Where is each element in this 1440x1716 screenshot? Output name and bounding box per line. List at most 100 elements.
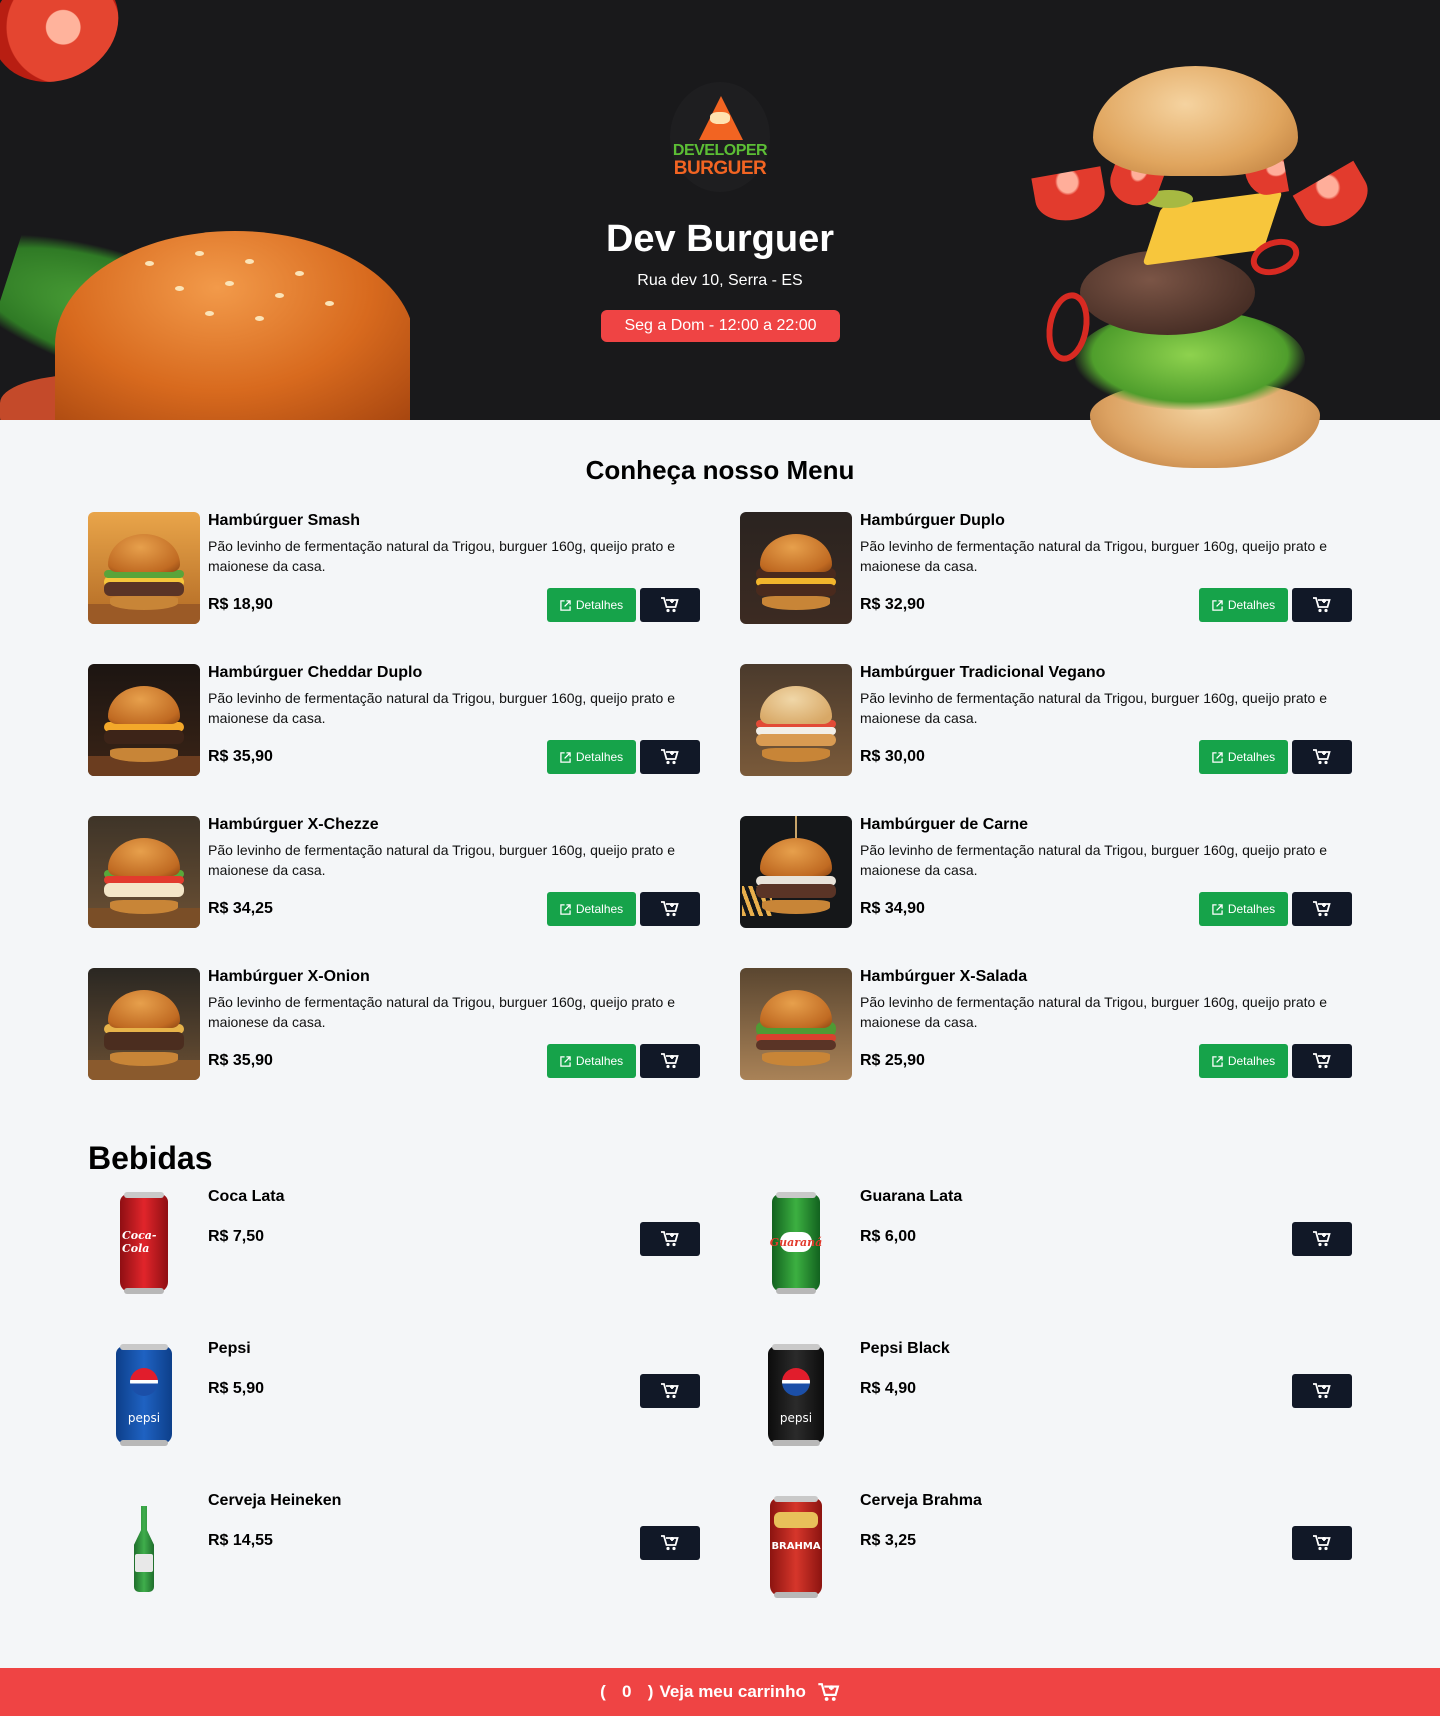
details-button[interactable]: Detalhes [1199,740,1288,774]
add-to-cart-button[interactable] [1292,588,1352,622]
can-label: BRAHMA [771,1540,821,1552]
cart-plus-icon [1313,749,1331,765]
menu-item-name: Hambúrguer X-Onion [208,968,370,985]
add-to-cart-button[interactable] [640,588,700,622]
drink-image [88,1492,200,1606]
external-link-icon [1212,1055,1223,1067]
cart-count: 0 [622,1682,632,1701]
drink-price: R$ 6,00 [860,1228,917,1245]
hero-burger-image-right [1015,60,1378,480]
menu-item-price: R$ 34,90 [860,900,925,917]
add-to-cart-button[interactable] [1292,1044,1352,1078]
external-link-icon [560,751,571,763]
view-cart-button[interactable]: ( 0 ) Veja meu carrinho [0,1668,1440,1716]
burger-thumbnail [740,816,852,928]
details-button-label: Detalhes [1227,1054,1276,1068]
view-cart-label: Veja meu carrinho [659,1682,806,1701]
external-link-icon [560,903,571,915]
burger-thumbnail [88,664,200,776]
add-to-cart-button[interactable] [640,740,700,774]
menu-item-price: R$ 25,90 [860,1052,925,1069]
drink-item: pepsi Pepsi R$ 5,90 [88,1340,700,1454]
cart-plus-icon [661,1053,679,1069]
details-button-label: Detalhes [575,902,624,916]
menu-item-price: R$ 18,90 [208,596,273,613]
add-to-cart-button[interactable] [1292,1526,1352,1560]
burger-thumbnail [740,968,852,1080]
menu-item: Hambúrguer de Carne Pão levinho de ferme… [740,816,1352,930]
menu-item: Hambúrguer X-Chezze Pão levinho de ferme… [88,816,700,930]
tomato-slice-decoration [0,0,138,103]
external-link-icon [1212,903,1223,915]
cart-count-close-paren: ) [647,1682,654,1701]
drink-price: R$ 7,50 [208,1228,265,1245]
menu-item-name: Hambúrguer de Carne [860,816,1029,833]
burger-thumbnail [88,968,200,1080]
cart-plus-icon [661,597,679,613]
menu-item: Hambúrguer X-Onion Pão levinho de fermen… [88,968,700,1082]
details-button[interactable]: Detalhes [547,740,636,774]
add-to-cart-button[interactable] [1292,740,1352,774]
menu-item-description: Pão levinho de fermentação natural da Tr… [860,994,1327,1030]
details-button[interactable]: Detalhes [547,1044,636,1078]
drink-image: pepsi [88,1340,200,1454]
drink-image: pepsi [740,1340,852,1454]
details-button[interactable]: Detalhes [547,588,636,622]
cart-plus-icon [1313,1383,1331,1399]
drink-price: R$ 5,90 [208,1380,265,1397]
details-button[interactable]: Detalhes [1199,1044,1288,1078]
details-button-label: Detalhes [575,1054,624,1068]
add-to-cart-button[interactable] [640,1044,700,1078]
drink-name: Coca Lata [208,1188,285,1205]
menu-item: Hambúrguer Tradicional Vegano Pão levinh… [740,664,1352,778]
add-to-cart-button[interactable] [1292,892,1352,926]
logo-text-line2: BURGUER [673,158,767,179]
add-to-cart-button[interactable] [640,1222,700,1256]
cart-plus-icon [1313,597,1331,613]
drink-image: Coca-Cola [88,1188,200,1302]
cart-plus-icon [661,1535,679,1551]
details-button-label: Detalhes [1227,902,1276,916]
details-button[interactable]: Detalhes [1199,588,1288,622]
menu-item-description: Pão levinho de fermentação natural da Tr… [208,842,675,878]
add-to-cart-button[interactable] [1292,1374,1352,1408]
drink-name: Cerveja Heineken [208,1492,342,1509]
burger-thumbnail [88,512,200,624]
can-label: pepsi [127,1411,161,1425]
drink-item: Guaraná Guarana Lata R$ 6,00 [740,1188,1352,1302]
add-to-cart-button[interactable] [640,892,700,926]
burger-thumbnail [740,512,852,624]
external-link-icon [1212,751,1223,763]
menu-item-description: Pão levinho de fermentação natural da Tr… [208,538,675,574]
cart-plus-icon [661,901,679,917]
add-to-cart-button[interactable] [640,1526,700,1560]
menu-item-name: Hambúrguer X-Salada [860,968,1028,985]
hero-header: DEVELOPER BURGUER Dev Burguer Rua dev 10… [0,0,1440,468]
brand-logo: DEVELOPER BURGUER [670,82,770,192]
details-button[interactable]: Detalhes [1199,892,1288,926]
cart-plus-icon [818,1682,840,1701]
drink-price: R$ 14,55 [208,1532,273,1549]
menu-item: Hambúrguer Cheddar Duplo Pão levinho de … [88,664,700,778]
restaurant-name: Dev Burguer [605,218,835,260]
menu-item-name: Hambúrguer Cheddar Duplo [208,664,423,681]
menu-item-price: R$ 34,25 [208,900,273,917]
add-to-cart-button[interactable] [1292,1222,1352,1256]
details-button-label: Detalhes [1227,750,1276,764]
drink-name: Guarana Lata [860,1188,963,1205]
cart-plus-icon [1313,1053,1331,1069]
drink-image: BRAHMA [740,1492,852,1606]
cart-count-open-paren: ( [600,1682,606,1701]
cart-plus-icon [1313,1231,1331,1247]
external-link-icon [1212,599,1223,611]
menu-item-description: Pão levinho de fermentação natural da Tr… [860,842,1327,878]
details-button[interactable]: Detalhes [547,892,636,926]
menu-item-name: Hambúrguer Tradicional Vegano [860,664,1106,681]
details-button-label: Detalhes [575,750,624,764]
menu-item-name: Hambúrguer Smash [208,512,361,529]
menu-item-price: R$ 32,90 [860,596,925,613]
cart-plus-icon [661,749,679,765]
add-to-cart-button[interactable] [640,1374,700,1408]
menu-item: Hambúrguer Duplo Pão levinho de fermenta… [740,512,1352,626]
drink-item: Cerveja Heineken R$ 14,55 [88,1492,700,1606]
